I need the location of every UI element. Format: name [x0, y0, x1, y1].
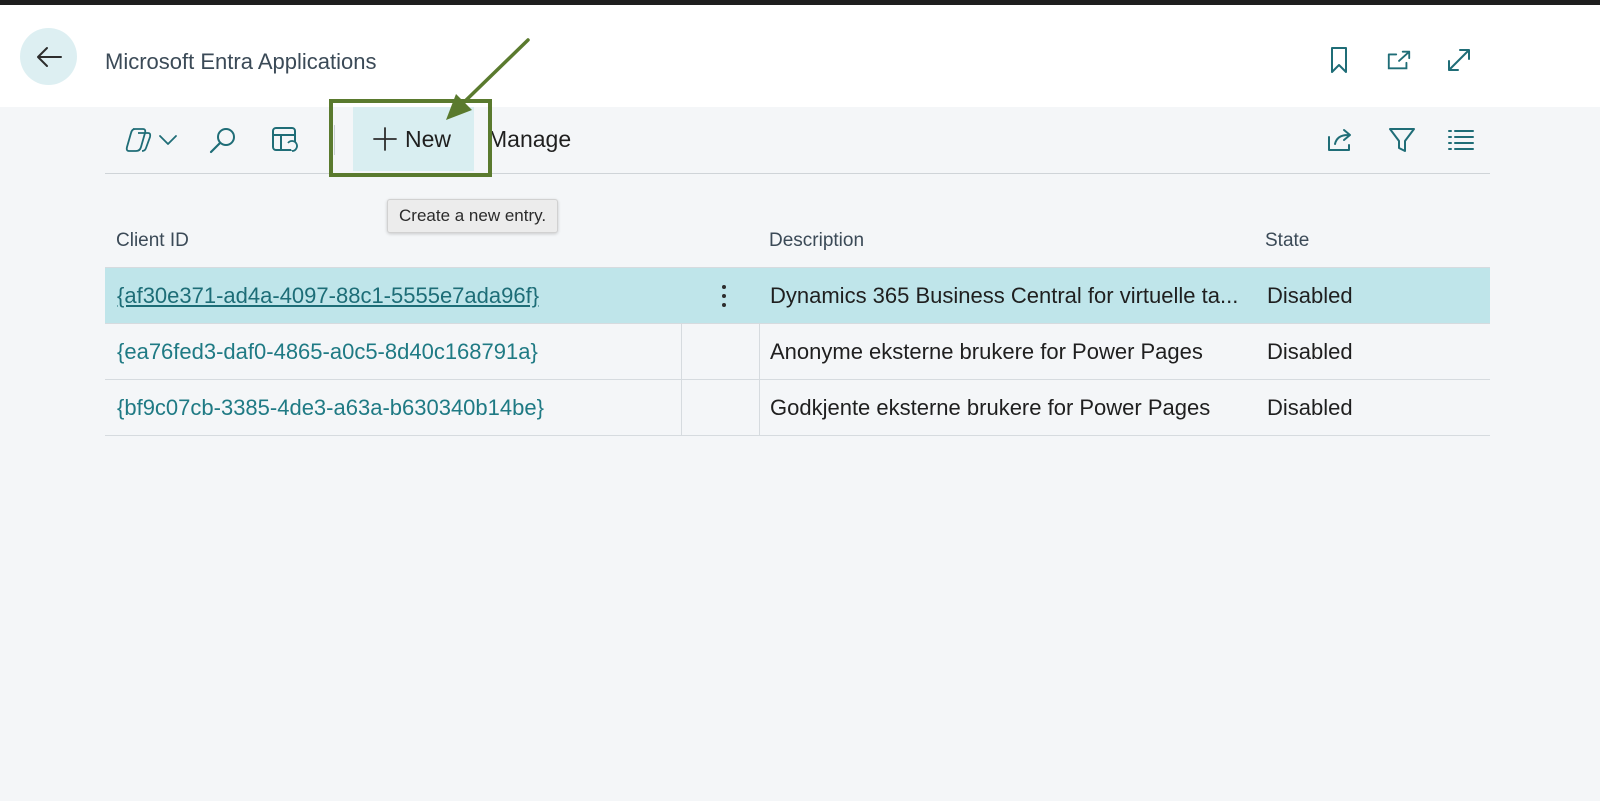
edit-in-grid-button[interactable] [269, 124, 301, 156]
description-cell: Anonyme eksterne brukere for Power Pages [770, 339, 1203, 364]
copilot-icon [125, 128, 152, 152]
manage-button[interactable]: Manage [488, 126, 571, 153]
client-id-link[interactable]: {af30e371-ad4a-4097-88c1-5555e7ada96f} [117, 283, 539, 309]
new-button-label: New [405, 125, 452, 152]
header-actions [1326, 45, 1472, 75]
copilot-menu-button[interactable] [123, 124, 179, 156]
column-header-state[interactable]: State [1265, 230, 1309, 252]
open-in-new-window-icon[interactable] [1386, 45, 1412, 75]
column-divider [759, 380, 760, 435]
back-arrow-icon [36, 46, 62, 67]
share-icon [1328, 129, 1351, 151]
filter-button[interactable] [1386, 124, 1418, 156]
grid-refresh-icon [272, 127, 298, 152]
table-row[interactable]: {bf9c07cb-3385-4de3-a63a-b630340b14be} G… [105, 380, 1490, 436]
state-cell: Disabled [1267, 283, 1353, 308]
column-divider [681, 380, 682, 435]
page-header: Microsoft Entra Applications [0, 5, 1600, 107]
more-vertical-icon [722, 285, 726, 307]
list-icon [1448, 130, 1474, 150]
row-actions-menu-button[interactable] [712, 280, 736, 312]
share-button[interactable] [1325, 124, 1357, 156]
search-button[interactable] [207, 124, 239, 156]
table-row[interactable]: {af30e371-ad4a-4097-88c1-5555e7ada96f} D… [105, 268, 1490, 324]
client-id-link[interactable]: {ea76fed3-daf0-4865-a0c5-8d40c168791a} [117, 339, 538, 365]
column-divider [759, 324, 760, 379]
state-cell: Disabled [1267, 339, 1353, 364]
bookmark-icon[interactable] [1326, 45, 1352, 75]
description-cell: Godkjente eksterne brukere for Power Pag… [770, 395, 1211, 420]
description-cell: Dynamics 365 Business Central for virtue… [770, 283, 1239, 308]
chevron-down-icon [159, 135, 177, 145]
column-header-description[interactable]: Description [769, 230, 864, 252]
action-bar: New Manage [105, 107, 1490, 174]
applications-table: Client ID Description State {af30e371-ad… [105, 222, 1490, 436]
plus-icon [373, 127, 397, 151]
toolbar-separator [334, 125, 335, 155]
back-button[interactable] [20, 28, 77, 85]
column-divider [681, 324, 682, 379]
state-cell: Disabled [1267, 395, 1353, 420]
column-header-client-id[interactable]: Client ID [116, 230, 189, 252]
filter-icon [1389, 128, 1415, 152]
table-row[interactable]: {ea76fed3-daf0-4865-a0c5-8d40c168791a} A… [105, 324, 1490, 380]
client-id-link[interactable]: {bf9c07cb-3385-4de3-a63a-b630340b14be} [117, 395, 544, 421]
list-view-button[interactable] [1445, 124, 1477, 156]
table-header: Client ID Description State [105, 222, 1490, 268]
expand-icon[interactable] [1446, 45, 1472, 75]
search-icon [209, 128, 235, 154]
new-button[interactable]: New [353, 107, 474, 171]
page-title: Microsoft Entra Applications [105, 49, 377, 74]
